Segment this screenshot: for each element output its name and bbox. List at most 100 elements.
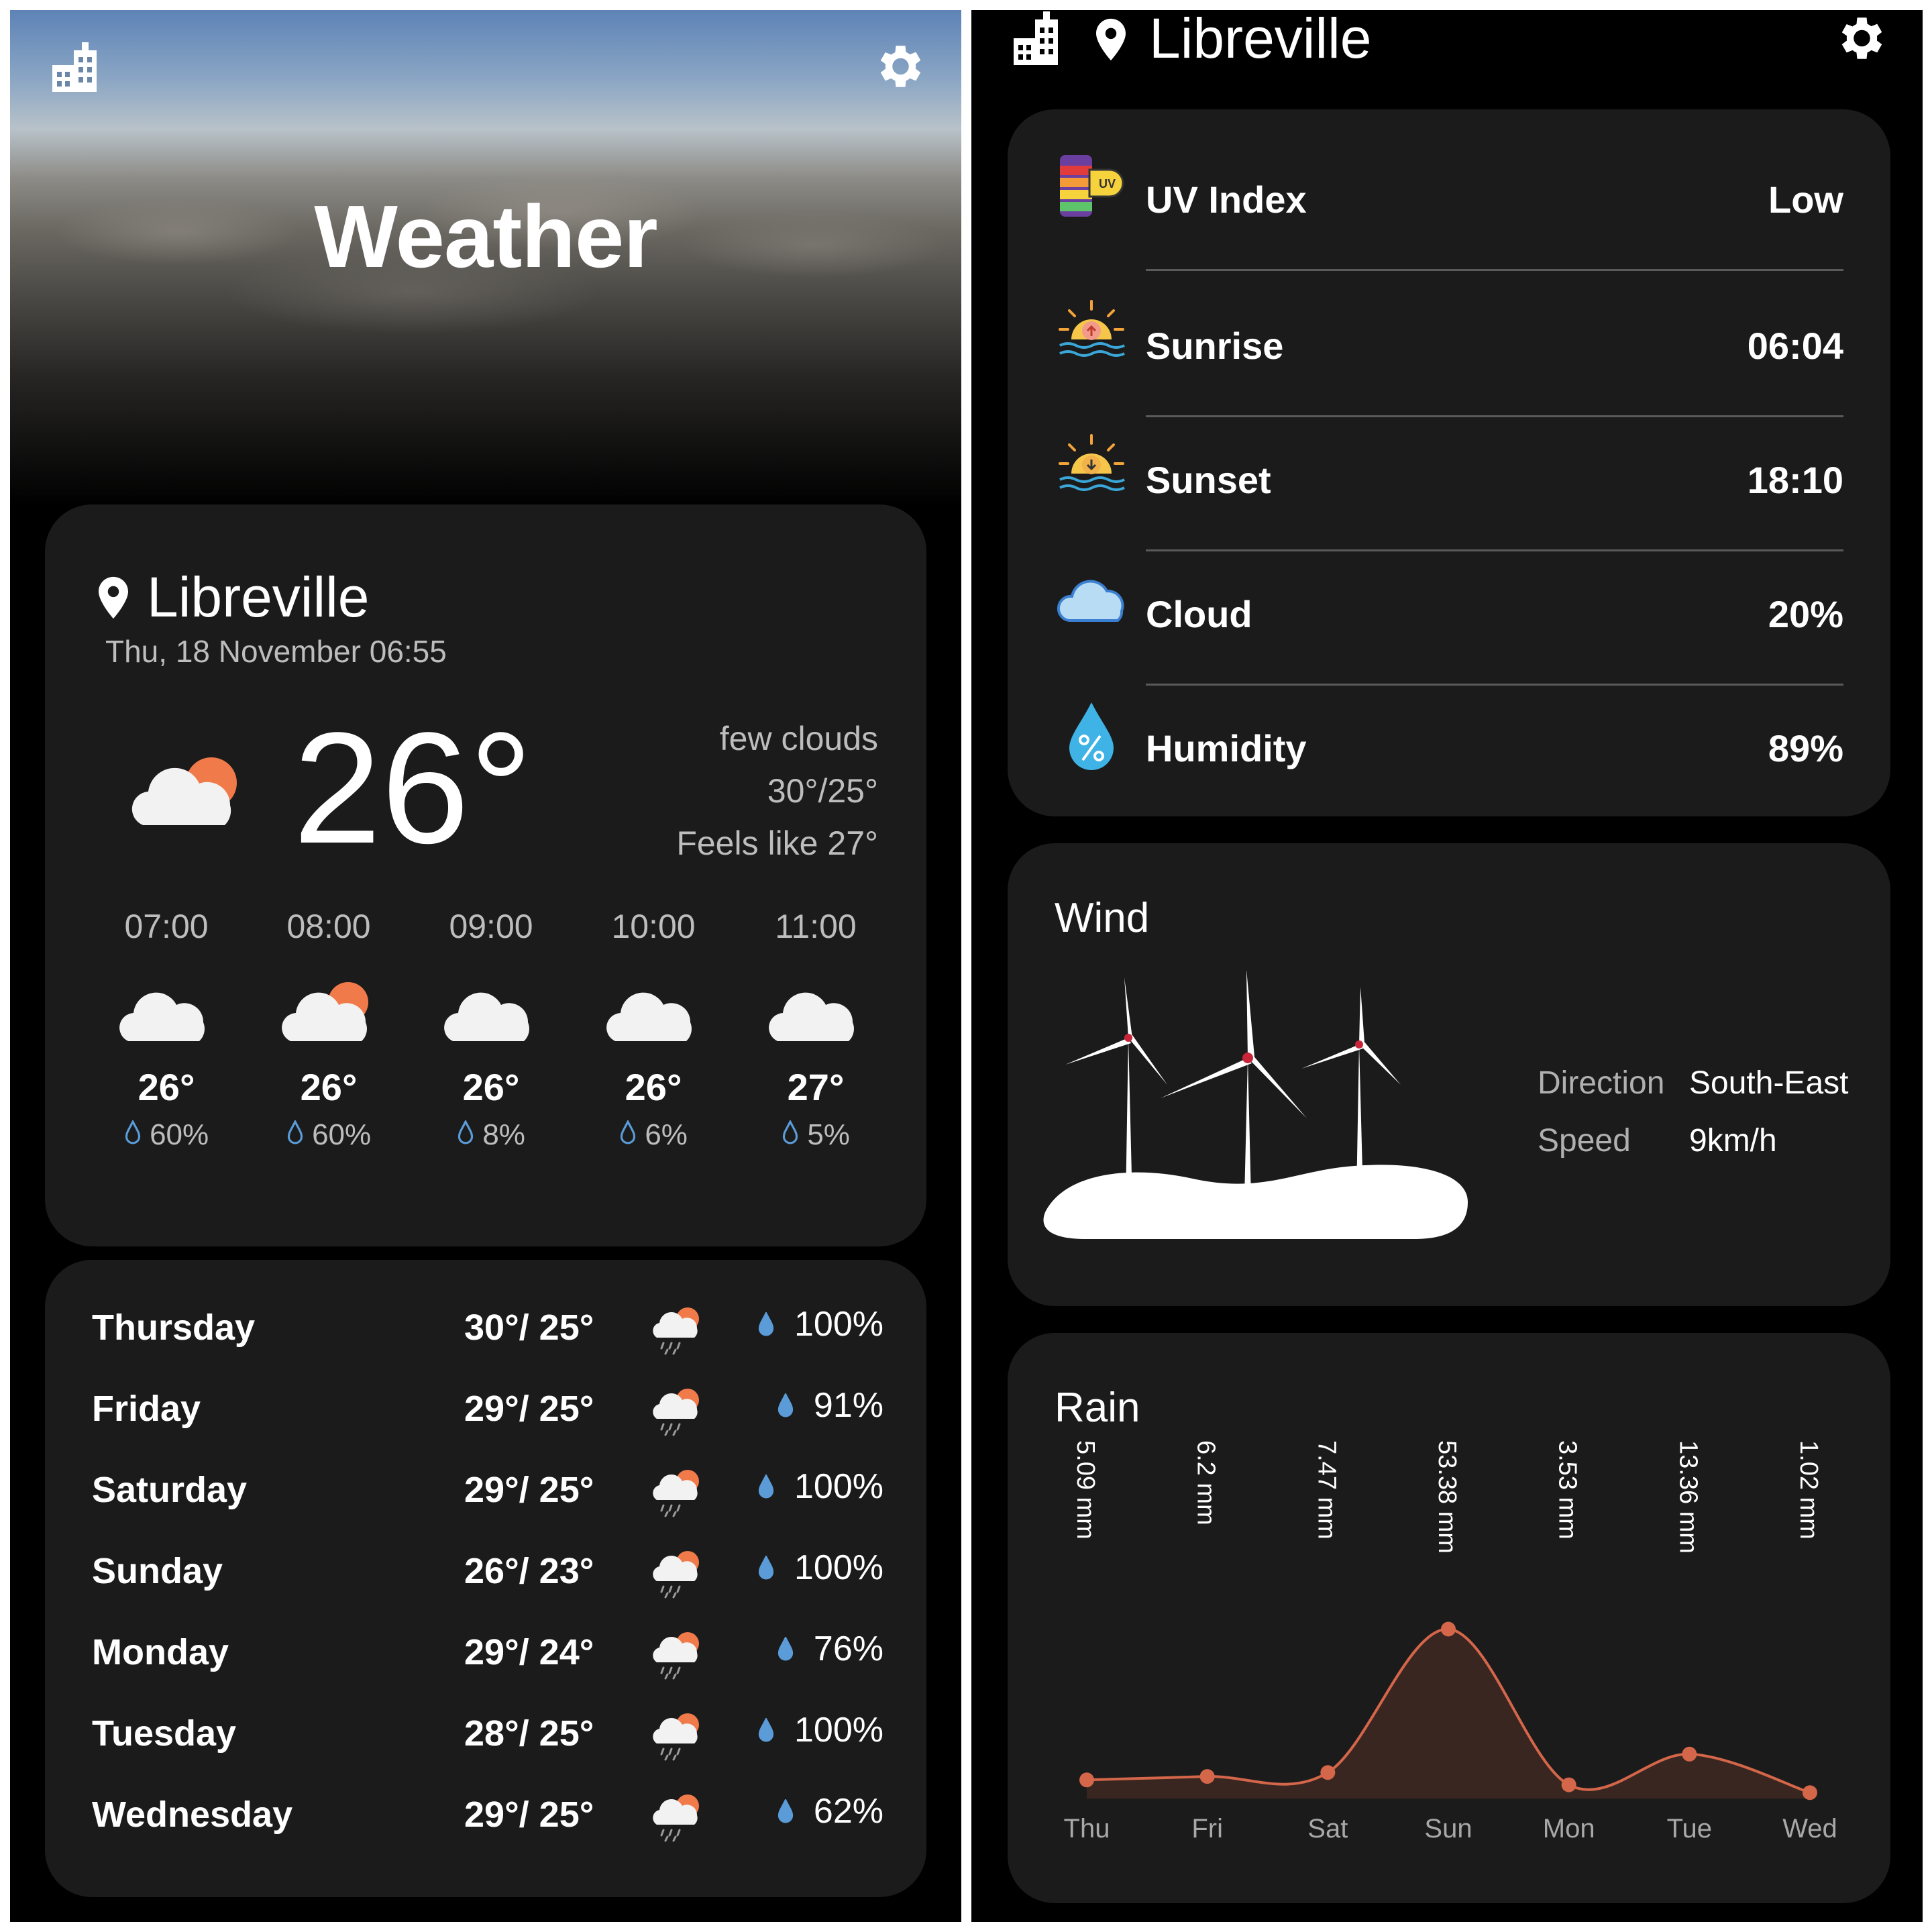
day-temps: 29°/ 25° [464,1389,594,1429]
hour-time: 10:00 [611,908,696,945]
hour-temperature: 26° [138,1066,195,1108]
hour-temperature: 27° [787,1066,845,1108]
divider [1146,269,1843,271]
rain-drop-icon [777,1393,794,1417]
daily-row[interactable]: Sunday 26°/ 23° 100% [92,1538,883,1605]
rain-value-label: 5.09 mm [1071,1440,1099,1540]
rain-day-label: Thu [1064,1814,1110,1843]
rain-cloud-sun-icon [653,1794,699,1842]
location-row[interactable]: Libreville [99,565,370,630]
rain-cloud-sun-icon [653,1713,699,1761]
wind-card: Wind Direction South-East Speed 9km/h [1008,843,1890,1306]
rain-value-label: 7.47 mm [1312,1440,1340,1540]
rain-day-label: Mon [1543,1814,1595,1843]
detail-row-uv-index: UV UV Index Low [1055,150,1843,230]
rain-day-label: Wed [1782,1814,1837,1843]
detail-label: Cloud [1146,593,1252,635]
turbine-left [1065,977,1167,1203]
day-temps: 30°/ 25° [464,1307,594,1348]
rain-chance-value: 60% [312,1118,372,1151]
hourly-forecast: 07:00 26° 60% 08:00 26° 60% 09:00 26° 8%… [85,907,897,1152]
hourly-item: 08:00 26° 60% [248,907,410,1152]
divider [1146,684,1843,686]
cloud-icon [606,992,692,1041]
rain-chance-value: 100% [794,1711,883,1750]
day-rain-chance: 62% [777,1791,883,1831]
location-name: Libreville [147,566,370,629]
wind-title: Wind [1055,895,1150,941]
rain-day-label: Sat [1307,1814,1348,1843]
day-temps: 26°/ 23° [464,1551,594,1591]
rain-point [1079,1772,1094,1788]
rain-chance-value: 6% [645,1118,688,1151]
sunset-icon [1059,434,1125,491]
day-temps: 29°/ 25° [464,1470,594,1510]
detail-label: Humidity [1146,727,1307,769]
day-temps: 29°/ 24° [464,1632,594,1672]
details-screen: Libreville UV UV Index Low Sunrise 06:04… [971,10,1923,1922]
daily-row[interactable]: Wednesday 29°/ 25° 62% [92,1782,883,1849]
location-pin-icon [99,576,128,619]
sunrise-icon [1059,300,1125,357]
settings-gear-icon[interactable] [1831,10,1888,66]
rain-point [1803,1785,1817,1801]
rain-point [1199,1769,1215,1784]
rain-cloud-sun-icon [653,1551,699,1599]
detail-row-cloud: Cloud 20% [1055,564,1843,645]
day-name: Thursday [92,1307,256,1348]
wind-direction-label: Direction [1538,1065,1665,1101]
rain-chance-value: 100% [794,1305,883,1344]
rain-chance-value: 62% [813,1792,883,1831]
feels-like: Feels like 27° [676,824,878,862]
main-screen: Weather Libreville Thu, 18 November 06:5… [10,10,961,1922]
hour-rain-chance: 60% [248,1118,410,1152]
hour-rain-chance: 8% [410,1118,572,1152]
detail-label: Sunset [1146,459,1271,501]
cloud-sun-icon [131,757,237,825]
date-time: Thu, 18 November 06:55 [105,634,447,669]
city-icon[interactable] [47,37,107,97]
daily-row[interactable]: Friday 29°/ 25° 91% [92,1376,883,1443]
daily-row[interactable]: Thursday 30°/ 25° 100% [92,1295,883,1362]
rain-cloud-sun-icon [653,1470,699,1517]
rain-chance-value: 60% [150,1118,209,1151]
day-temps: 28°/ 25° [464,1713,594,1754]
hour-rain-chance: 60% [85,1118,248,1152]
hourly-item: 10:00 26° 6% [572,907,735,1152]
high-low: 30°/25° [767,772,878,810]
rain-drop-icon [777,1637,794,1661]
rain-chance-value: 8% [482,1118,525,1151]
hero-header: Weather [10,10,961,506]
rain-point [1320,1765,1336,1780]
condition-text: few clouds [719,720,878,757]
humidity-drop-icon [1069,702,1114,770]
rain-chance-value: 100% [794,1467,883,1506]
detail-row-humidity: Humidity 89% [1055,698,1843,779]
day-temps: 29°/ 25° [464,1794,594,1835]
rain-chance-value: 5% [807,1118,850,1151]
day-rain-chance: 100% [757,1466,883,1507]
app-title: Weather [314,187,657,286]
daily-row[interactable]: Monday 29°/ 24° 76% [92,1619,883,1686]
daily-row[interactable]: Tuesday 28°/ 25° 100% [92,1701,883,1768]
cloud-icon [1057,580,1124,622]
hour-time: 07:00 [124,908,209,945]
current-temperature: 26° [293,700,533,877]
rain-value-label: 53.38 mm [1433,1440,1461,1554]
location-name[interactable]: Libreville [1149,10,1372,66]
detail-label: UV Index [1146,178,1307,221]
day-rain-chance: 76% [777,1629,883,1669]
hour-time: 11:00 [775,908,857,945]
settings-gear-icon[interactable] [870,38,926,95]
detail-label: Sunrise [1146,325,1284,367]
city-icon[interactable] [1008,10,1069,70]
day-rain-chance: 100% [757,1548,883,1588]
detail-value: 18:10 [1747,459,1843,501]
wind-speed-value: 9km/h [1689,1123,1777,1159]
detail-value: 20% [1768,593,1843,635]
detail-row-sunrise: Sunrise 06:04 [1055,296,1843,376]
hour-rain-chance: 6% [572,1118,735,1152]
daily-row[interactable]: Saturday 29°/ 25° 100% [92,1457,883,1524]
hourly-item: 09:00 26° 8% [410,907,572,1152]
hour-rain-chance: 5% [735,1118,897,1152]
